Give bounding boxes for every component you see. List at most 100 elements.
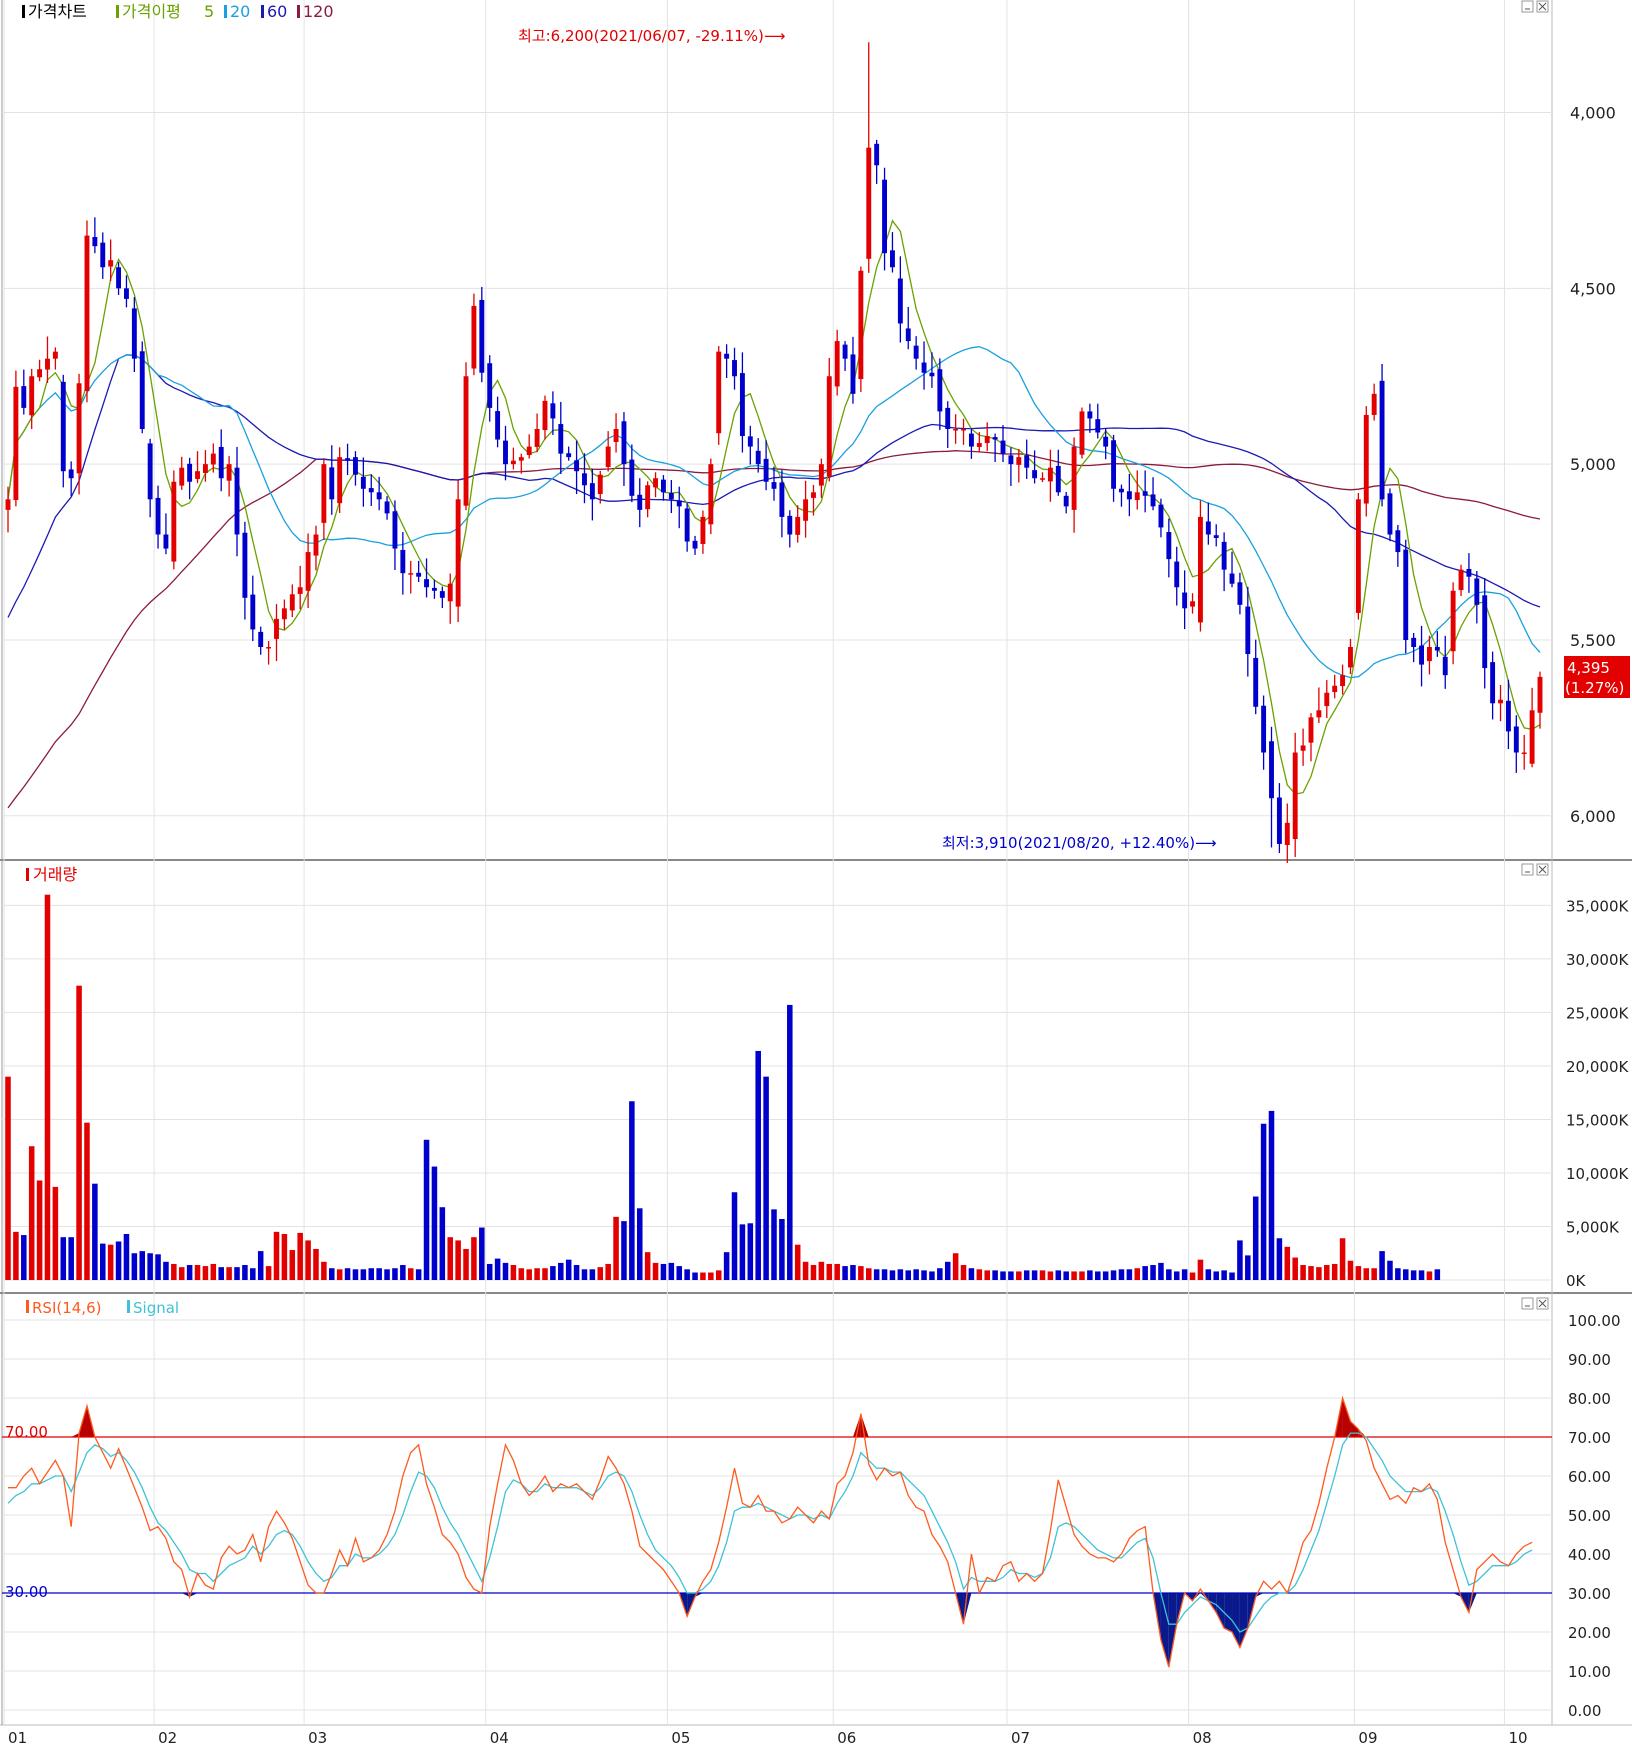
candle-body bbox=[1426, 647, 1432, 662]
volume-y-tick: 5,000K bbox=[1566, 1218, 1620, 1236]
volume-bar bbox=[542, 1268, 548, 1280]
candle-body bbox=[968, 433, 974, 447]
candle-body bbox=[1245, 606, 1251, 655]
candle-body bbox=[818, 464, 824, 486]
volume-bar bbox=[376, 1268, 382, 1280]
volume-bar bbox=[1071, 1271, 1077, 1280]
candle-body bbox=[518, 457, 524, 461]
volume-bar bbox=[794, 1244, 801, 1280]
volume-bar bbox=[921, 1270, 927, 1280]
candle-body bbox=[52, 351, 58, 359]
volume-bar bbox=[573, 1265, 580, 1280]
candle-body bbox=[210, 453, 216, 465]
volume-bar bbox=[1339, 1238, 1346, 1280]
candle-body bbox=[905, 328, 911, 342]
volume-bar bbox=[494, 1258, 501, 1280]
volume-bar bbox=[684, 1269, 690, 1280]
price-panel-minimize-button[interactable] bbox=[1521, 0, 1534, 13]
candle-body bbox=[313, 534, 319, 556]
candle-body bbox=[1450, 590, 1456, 652]
volume-bar bbox=[1229, 1272, 1235, 1280]
volume-bar bbox=[1189, 1272, 1196, 1280]
legend-volume-title: 거래량 bbox=[33, 865, 77, 884]
volume-bar bbox=[400, 1265, 406, 1280]
volume-bar bbox=[518, 1268, 525, 1280]
volume-bar bbox=[644, 1252, 651, 1280]
volume-bar bbox=[297, 1232, 303, 1280]
candle-body bbox=[1521, 752, 1527, 755]
candle-body bbox=[1466, 568, 1472, 577]
rsi-y-tick: 30.00 bbox=[1568, 1585, 1611, 1603]
volume-bar bbox=[1252, 1196, 1259, 1280]
volume-bar bbox=[668, 1262, 675, 1280]
candle-body bbox=[858, 270, 864, 380]
candle-body bbox=[5, 499, 11, 510]
candle-body bbox=[716, 351, 722, 434]
volume-bar bbox=[139, 1251, 146, 1280]
legend-marker-rsi bbox=[26, 1300, 29, 1313]
volume-bar bbox=[1300, 1265, 1306, 1280]
candle-body bbox=[226, 464, 232, 481]
candle-body bbox=[795, 516, 801, 535]
price-panel-close-button[interactable] bbox=[1536, 0, 1549, 13]
legend-ma60: 60 bbox=[267, 2, 287, 21]
volume-bar bbox=[613, 1216, 619, 1280]
volume-bar bbox=[242, 1265, 248, 1280]
candle-body bbox=[629, 459, 635, 496]
volume-y-tick: 20,000K bbox=[1566, 1058, 1629, 1076]
rsi-y-tick: 0.00 bbox=[1568, 1702, 1601, 1720]
volume-bar bbox=[1181, 1269, 1188, 1280]
volume-bar bbox=[929, 1271, 935, 1280]
candle-body bbox=[1458, 569, 1464, 591]
volume-bar bbox=[99, 1243, 106, 1280]
volume-panel-minimize-button[interactable] bbox=[1521, 863, 1534, 876]
volume-bar bbox=[44, 894, 51, 1280]
volume-bar bbox=[147, 1253, 153, 1280]
volume-bar bbox=[194, 1265, 201, 1280]
rsi-y-tick: 20.00 bbox=[1568, 1624, 1611, 1642]
candle-body bbox=[1071, 446, 1077, 510]
volume-bar bbox=[1395, 1268, 1401, 1280]
legend-price-title: 가격차트 bbox=[28, 2, 87, 21]
volume-bar bbox=[1134, 1268, 1141, 1280]
volume-bar bbox=[526, 1269, 532, 1280]
volume-bar bbox=[344, 1268, 351, 1280]
volume-bar bbox=[1118, 1269, 1125, 1280]
volume-bar bbox=[1410, 1270, 1417, 1280]
candle-body bbox=[392, 511, 398, 549]
candle-body bbox=[1142, 491, 1148, 496]
volume-bar bbox=[186, 1265, 193, 1280]
x-tick-label: 01 bbox=[8, 1729, 27, 1747]
volume-bar bbox=[755, 1050, 761, 1280]
candle-body bbox=[842, 344, 848, 359]
volume-bar bbox=[92, 1183, 98, 1280]
volume-bar bbox=[1387, 1260, 1393, 1280]
volume-bar bbox=[210, 1263, 217, 1280]
candle-body bbox=[1355, 499, 1361, 613]
candle-body bbox=[487, 363, 493, 408]
volume-legend: 거래량 bbox=[26, 865, 77, 884]
candle-body bbox=[202, 464, 208, 473]
candle-body bbox=[281, 608, 287, 620]
candle-body bbox=[1000, 440, 1006, 454]
candle-body bbox=[1237, 582, 1243, 605]
volume-bar bbox=[1023, 1270, 1030, 1280]
volume-bar bbox=[1197, 1259, 1204, 1280]
volume-panel-close-button[interactable] bbox=[1536, 863, 1549, 876]
candle-body bbox=[408, 573, 414, 575]
rsi-y-tick: 40.00 bbox=[1568, 1546, 1611, 1564]
candle-body bbox=[195, 471, 200, 479]
candle-body bbox=[613, 429, 619, 443]
candle-body bbox=[1411, 637, 1417, 648]
volume-bar bbox=[13, 1231, 19, 1280]
price-y-tick: 5,000 bbox=[1570, 455, 1616, 474]
candle-body bbox=[400, 549, 406, 574]
volume-bar bbox=[1434, 1269, 1441, 1280]
volume-y-tick: 35,000K bbox=[1566, 897, 1629, 915]
x-tick-label: 08 bbox=[1193, 1729, 1212, 1747]
candle-body bbox=[495, 411, 501, 440]
rsi-panel-close-button[interactable] bbox=[1536, 1297, 1549, 1310]
candle-body bbox=[850, 354, 856, 394]
rsi-panel-minimize-button[interactable] bbox=[1521, 1297, 1534, 1310]
candle-body bbox=[1253, 657, 1259, 707]
